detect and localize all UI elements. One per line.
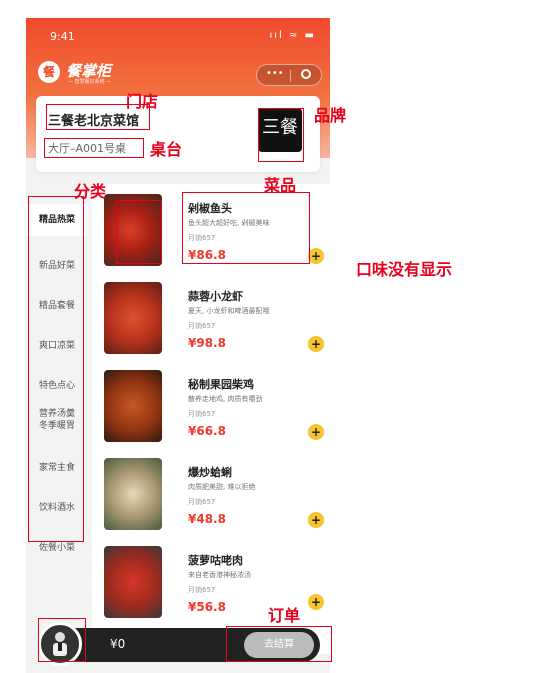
dish-image [104,282,162,354]
dish-sales: 月销657 [188,586,216,594]
capsule-divider [290,70,291,82]
annotation-box-brand [258,108,304,162]
dish-image [104,458,162,530]
dish-sales: 月销657 [188,410,216,418]
annotation-order: 订单 [268,606,301,625]
dish-price: ¥56.8 [188,600,226,614]
dish-name: 蒜蓉小龙虾 [188,290,243,303]
dish-price: ¥66.8 [188,424,226,438]
dish-name: 爆炒蛤蜊 [188,466,232,479]
annotation-table: 桌台 [150,140,183,159]
dish-sales: 月销657 [188,498,216,506]
app-screenshot: { "status_bar": {"time": "9:41", "icons"… [0,0,540,673]
close-target-icon[interactable] [301,69,311,79]
dish-image [104,370,162,442]
annotation-brand: 品牌 [314,106,347,125]
dish-description: 来自老香港神秘浓汤 [188,571,251,579]
dish-description: 散养走地鸡, 肉质有嚼劲 [188,395,263,403]
add-to-cart-button[interactable]: + [308,336,324,352]
status-icons: ııl ≈ ▬ [269,30,316,41]
add-to-cart-button[interactable]: + [308,248,324,264]
annotation-box-table [44,138,144,158]
dish-description: 夏天, 小龙虾和啤酒最配哦 [188,307,270,315]
mini-program-capsule[interactable]: ••• [256,64,322,86]
more-icon[interactable]: ••• [266,68,284,79]
dish-name: 秘制果园柴鸡 [188,378,254,391]
annotation-box-category [28,196,84,542]
dish-item[interactable]: 爆炒蛤蜊 肉质肥美甜, 难以拒绝 月销657 ¥48.8 + [104,458,330,538]
annotation-category: 分类 [74,182,107,201]
dish-price: ¥48.8 [188,512,226,526]
dish-name: 菠萝咕咾肉 [188,554,243,567]
dish-description: 肉质肥美甜, 难以拒绝 [188,483,256,491]
cart-total: ¥0 [110,637,126,651]
status-time: 9:41 [50,30,75,43]
add-to-cart-button[interactable]: + [308,424,324,440]
dish-item[interactable]: 秘制果园柴鸡 散养走地鸡, 肉质有嚼劲 月销657 ¥66.8 + [104,370,330,450]
dish-price: ¥98.8 [188,336,226,350]
annotation-dish: 菜品 [264,176,297,195]
annotation-box-dish [182,192,310,264]
dish-image [104,546,162,618]
annotation-box-cart [38,618,86,662]
app-logo-icon: 餐 [38,61,60,83]
dish-sales: 月销657 [188,322,216,330]
add-to-cart-button[interactable]: + [308,594,324,610]
dish-item[interactable]: 蒜蓉小龙虾 夏天, 小龙虾和啤酒最配哦 月销657 ¥98.8 + [104,282,330,362]
app-logo-subtitle: — 智慧餐饮系统 — [68,79,112,85]
annotation-box-order [226,626,332,662]
annotation-box-dish-image [116,200,162,264]
add-to-cart-button[interactable]: + [308,512,324,528]
annotation-taste: 口味没有显示 [356,260,453,279]
annotation-store: 门店 [126,92,159,111]
